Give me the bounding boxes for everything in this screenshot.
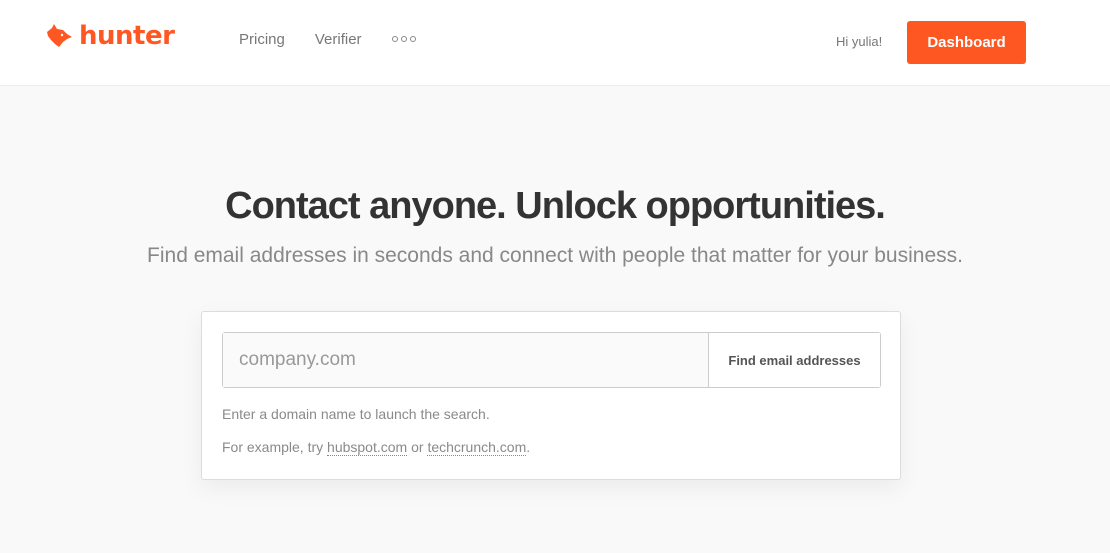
user-greeting: Hi yulia! <box>836 34 883 49</box>
dot <box>400 36 407 42</box>
search-example-text: For example, try hubspot.com or techcrun… <box>222 439 531 456</box>
example-prefix: For example, try <box>222 439 328 455</box>
domain-search-input[interactable] <box>223 333 709 387</box>
nav-link-verifier[interactable]: Verifier <box>315 30 362 50</box>
main-nav: Pricing Verifier <box>239 30 416 50</box>
fox-head-icon <box>47 24 72 47</box>
search-help-text: Enter a domain name to launch the search… <box>222 406 490 422</box>
navbar: hunter Pricing Verifier Hi yulia! Dashbo… <box>0 0 1110 86</box>
example-joiner: or <box>407 439 428 455</box>
example-link-techcrunch[interactable]: techcrunch.com <box>427 439 527 456</box>
domain-search-card: Find email addresses Enter a domain name… <box>201 311 901 480</box>
hero-title: Contact anyone. Unlock opportunities. <box>225 185 886 227</box>
find-email-addresses-button[interactable]: Find email addresses <box>709 333 880 387</box>
dot <box>391 36 398 42</box>
brand-name: hunter <box>79 21 175 51</box>
example-suffix: . <box>526 439 531 455</box>
hunter-logo[interactable]: hunter <box>45 21 175 51</box>
dashboard-button[interactable]: Dashboard <box>907 21 1026 64</box>
example-link-hubspot[interactable]: hubspot.com <box>327 439 408 456</box>
more-dots-icon[interactable] <box>391 36 416 42</box>
nav-link-pricing[interactable]: Pricing <box>239 30 285 50</box>
domain-search-form: Find email addresses <box>222 332 881 388</box>
dot <box>409 36 416 42</box>
hero-subtitle: Find email addresses in seconds and conn… <box>147 244 963 267</box>
